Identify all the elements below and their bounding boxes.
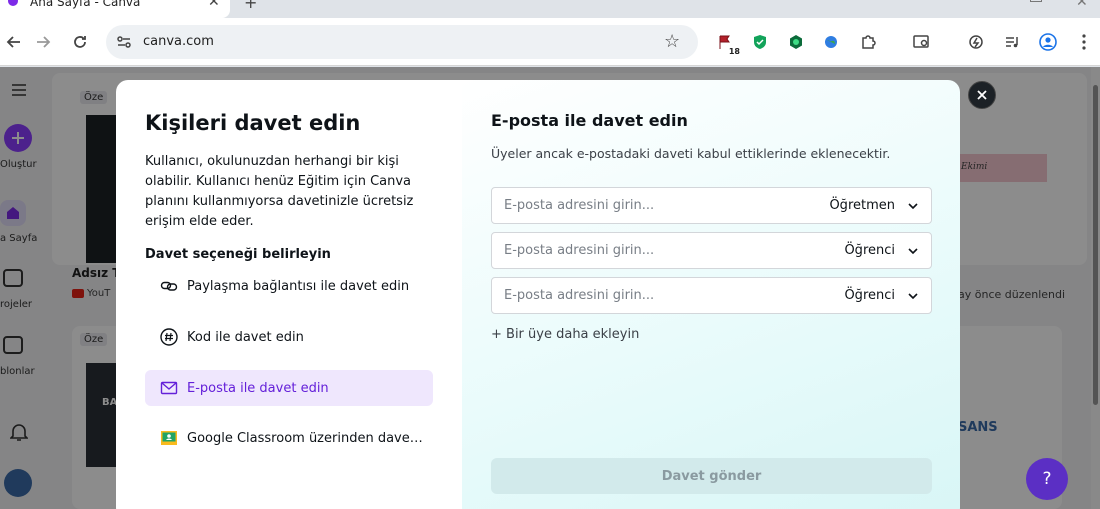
email-input[interactable] (492, 233, 812, 268)
email-input[interactable] (492, 188, 812, 223)
role-dropdown[interactable]: Öğretmen (829, 188, 919, 223)
arrow-left-icon (6, 36, 20, 48)
reload-icon (74, 36, 86, 48)
bookmark-star-icon[interactable]: ☆ (664, 31, 680, 52)
search-tab-icon (913, 35, 929, 48)
window-close-icon[interactable]: ✕ (1076, 0, 1088, 10)
chevron-down-icon (908, 247, 918, 254)
performance-icon[interactable] (966, 32, 986, 52)
email-row: Öğrenci (491, 232, 932, 269)
extension-globe-icon[interactable] (821, 32, 841, 52)
browser-menu-icon[interactable] (1074, 32, 1094, 52)
extension-bookmarks-icon[interactable]: 18 (715, 32, 741, 56)
tab-search-icon[interactable] (912, 32, 932, 52)
browser-tabstrip: Ana Sayfa - Canva ✕ + ✕ (0, 0, 1100, 18)
new-tab-icon[interactable]: + (244, 0, 257, 12)
email-invite-title: E-posta ile davet edin (491, 111, 688, 130)
role-dropdown[interactable]: Öğrenci (844, 278, 919, 313)
hexagon-icon (790, 35, 802, 49)
help-button[interactable]: ? (1026, 458, 1068, 500)
send-invite-button[interactable]: Davet gönder (491, 458, 932, 494)
email-row: Öğretmen (491, 187, 932, 224)
email-invite-description: Üyeler ancak e-postadaki daveti kabul et… (491, 146, 891, 161)
arrow-right-icon (37, 36, 51, 48)
email-invite-section: E-posta ile davet edin Üyeler ancak e-po… (116, 80, 960, 509)
role-dropdown-value: Öğrenci (844, 288, 895, 303)
email-row: Öğrenci (491, 277, 932, 314)
globe-icon (825, 36, 837, 48)
url-text: canva.com (143, 34, 214, 49)
back-button[interactable] (0, 18, 28, 66)
close-icon (977, 90, 987, 100)
window-restore-icon[interactable] (1030, 0, 1042, 2)
profile-avatar-icon[interactable] (1038, 32, 1058, 52)
puzzle-icon (862, 35, 876, 49)
media-control-icon[interactable] (1002, 32, 1022, 52)
kebab-menu-icon (1082, 34, 1086, 50)
role-dropdown[interactable]: Öğrenci (844, 233, 919, 268)
add-member-link[interactable]: + Bir üye daha ekleyin (491, 327, 639, 342)
account-icon (1039, 33, 1057, 51)
chevron-down-icon (908, 202, 918, 209)
role-dropdown-value: Öğretmen (829, 198, 895, 213)
browser-tab[interactable]: Ana Sayfa - Canva ✕ (0, 0, 230, 18)
close-modal-button[interactable] (968, 81, 996, 109)
speedometer-icon (969, 35, 983, 49)
address-bar[interactable]: canva.com ☆ (106, 25, 698, 59)
extension-shield-icon[interactable] (750, 32, 770, 52)
reload-button[interactable] (66, 18, 94, 66)
tab-title: Ana Sayfa - Canva (30, 0, 141, 9)
extension-hex-icon[interactable] (786, 32, 806, 52)
role-dropdown-value: Öğrenci (844, 243, 895, 258)
extension-badge: 18 (727, 47, 741, 56)
extensions-puzzle-icon[interactable] (858, 32, 878, 52)
site-settings-icon[interactable] (116, 34, 132, 50)
email-input[interactable] (492, 278, 812, 313)
tab-close-icon[interactable]: ✕ (208, 0, 220, 10)
chevron-down-icon (908, 292, 918, 299)
shield-icon (754, 35, 766, 49)
music-queue-icon (1006, 37, 1018, 48)
browser-toolbar: canva.com ☆ 18 (0, 18, 1100, 66)
forward-button[interactable] (29, 18, 57, 66)
canva-favicon-icon (6, 0, 20, 8)
